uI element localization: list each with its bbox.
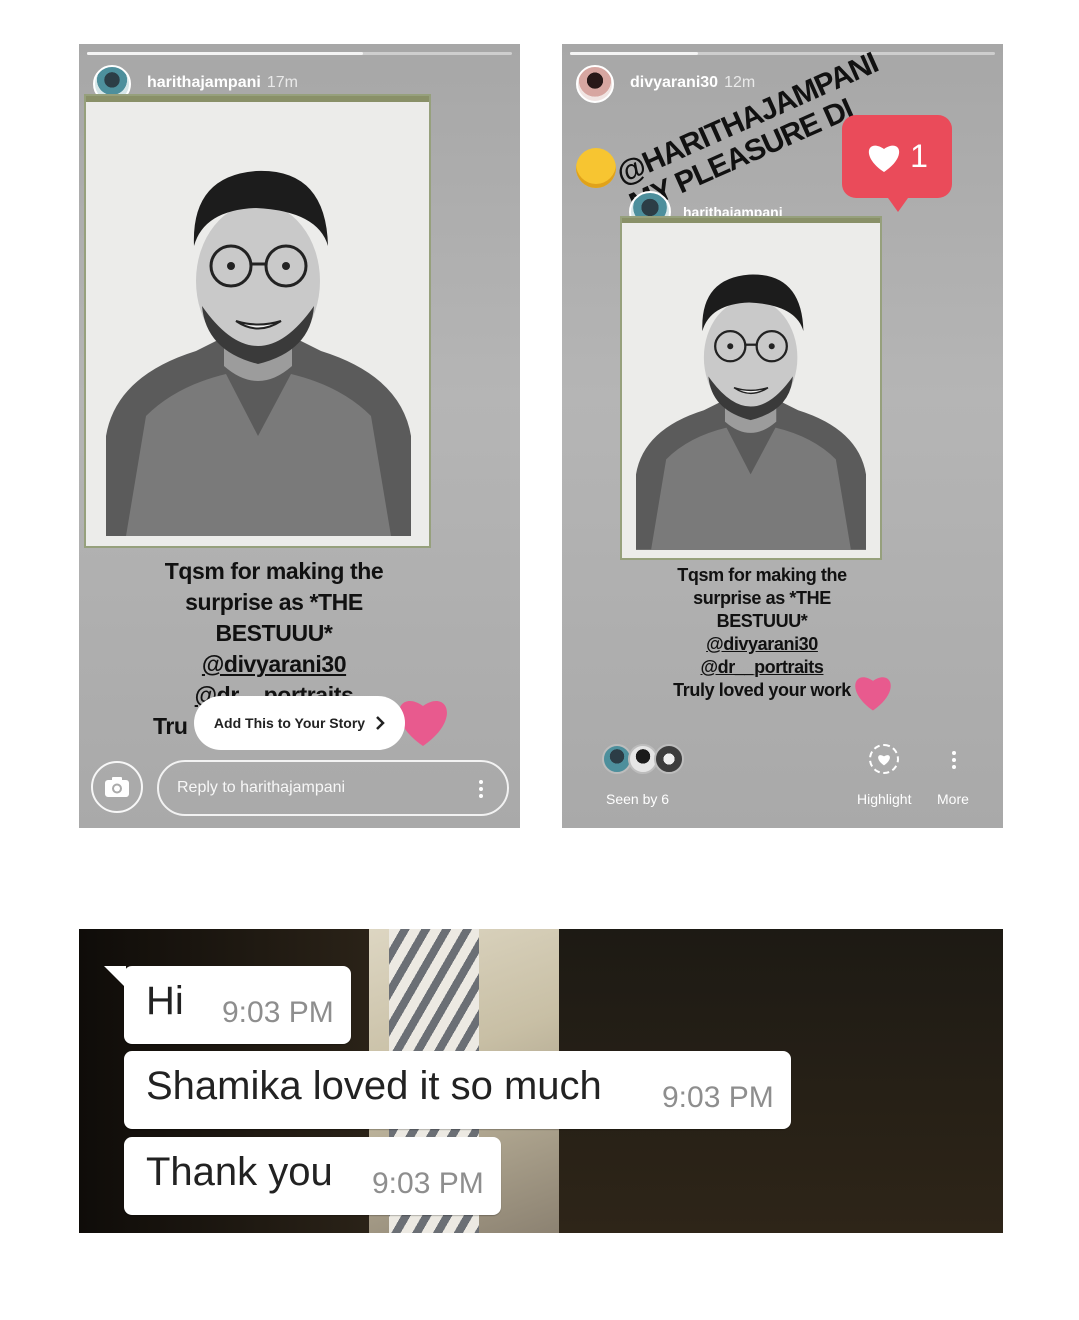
chat-conversation: Hi 9:03 PM Shamika loved it so much 9:03…: [79, 929, 1003, 1233]
story-username[interactable]: divyarani30 12m: [630, 74, 755, 92]
heart-icon: [855, 677, 891, 711]
caption-line: surprise as *THE: [693, 588, 831, 608]
heart-icon: [868, 145, 900, 172]
caption-line: surprise as *THE: [185, 589, 363, 615]
add-to-story-label: Add This to Your Story: [213, 715, 366, 731]
story-timestamp: 12m: [724, 74, 756, 91]
story-progress-bar: [570, 52, 995, 55]
caption-line: Tqsm for making the: [164, 558, 384, 584]
message-text: Hi: [146, 979, 184, 1023]
more-vertical-icon[interactable]: [478, 780, 484, 798]
mention-link[interactable]: @divyarani30: [134, 649, 414, 680]
chat-message[interactable]: Thank you 9:03 PM: [124, 1137, 501, 1215]
caption-line: Tqsm for making the: [677, 565, 847, 585]
more-vertical-icon[interactable]: [951, 751, 957, 769]
chevron-right-icon: [376, 716, 385, 730]
bubble-tail: [104, 966, 126, 988]
caption-line: BESTUUU*: [716, 611, 808, 631]
story-username[interactable]: harithajampani 17m: [147, 74, 298, 92]
more-button[interactable]: More: [937, 791, 969, 807]
story-viewer-divyarani30[interactable]: divyarani30 12m @HARITHAJAMPANI MY PLEASU…: [562, 44, 1003, 828]
like-count: 1: [910, 138, 928, 174]
message-text: Thank you: [146, 1150, 333, 1194]
story-progress-fill: [570, 52, 698, 55]
message-timestamp: 9:03 PM: [372, 1167, 484, 1200]
seen-by-label[interactable]: Seen by 6: [606, 791, 669, 807]
mention-link[interactable]: @divyarani30: [632, 633, 892, 656]
highlight-heart-icon[interactable]: [869, 744, 899, 774]
chat-message[interactable]: Shamika loved it so much 9:03 PM: [124, 1051, 791, 1129]
story-timestamp: 17m: [266, 74, 298, 91]
message-timestamp: 9:03 PM: [662, 1081, 774, 1114]
story-progress-fill: [87, 52, 364, 55]
hugging-emoji-icon: [576, 148, 616, 188]
avatar: [654, 744, 684, 774]
message-text: Shamika loved it so much: [146, 1064, 602, 1108]
camera-button[interactable]: [91, 761, 143, 813]
caption-line: BESTUUU*: [215, 620, 333, 646]
highlight-button[interactable]: Highlight: [857, 791, 911, 807]
avatar[interactable]: [576, 65, 614, 103]
message-timestamp: 9:03 PM: [222, 996, 334, 1029]
like-count-bubble: 1: [842, 115, 952, 212]
seen-by-avatars[interactable]: [602, 744, 692, 778]
reply-input[interactable]: [157, 760, 509, 816]
story-progress-bar: [87, 52, 512, 55]
story-viewer-harithajampani[interactable]: harithajampani 17m Tqsm for making the su…: [79, 44, 520, 828]
add-to-story-button[interactable]: Add This to Your Story: [194, 696, 405, 750]
reshared-portrait-drawing: [622, 218, 880, 558]
portrait-drawing: [86, 96, 429, 546]
sketch-image: [636, 274, 866, 550]
sketch-image: [106, 170, 411, 536]
camera-icon: [105, 777, 129, 797]
chat-message[interactable]: Hi 9:03 PM: [104, 966, 351, 1044]
